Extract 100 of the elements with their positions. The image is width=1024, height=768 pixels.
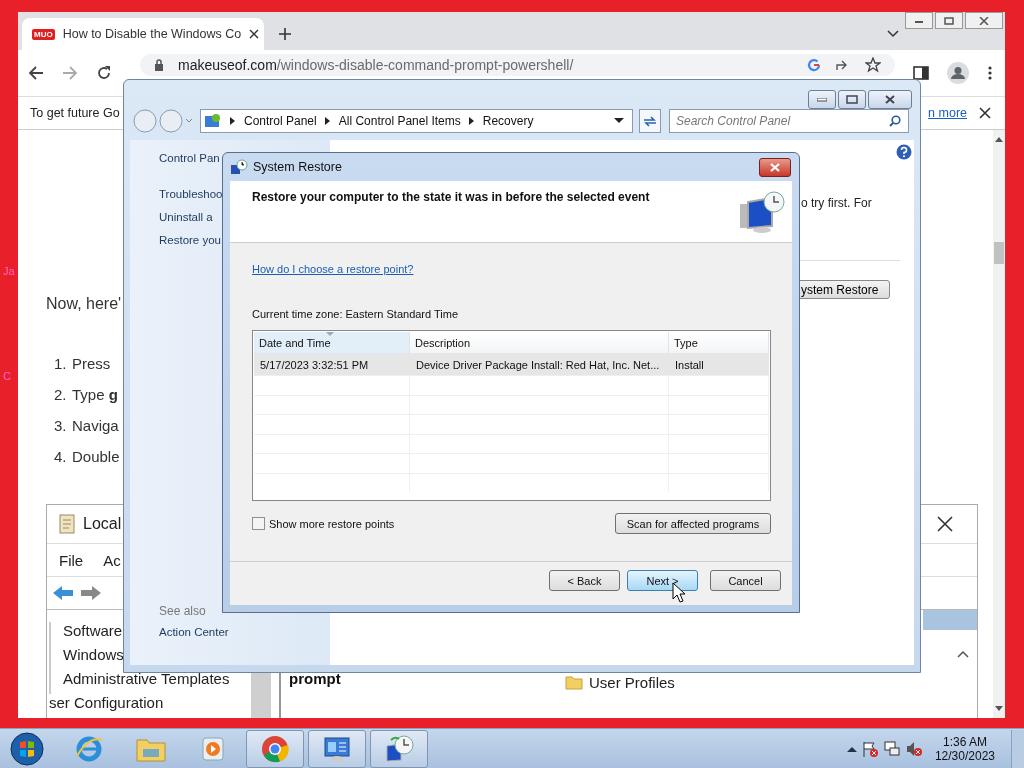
restore-icon bbox=[944, 16, 954, 25]
scroll-down-icon[interactable] bbox=[995, 706, 1003, 712]
infobar-text: To get future Go bbox=[30, 106, 120, 120]
list-number: 3. bbox=[54, 417, 66, 436]
google-icon[interactable] bbox=[807, 58, 821, 72]
close-icon[interactable] bbox=[937, 516, 953, 532]
chrome-taskbar-button[interactable] bbox=[246, 729, 304, 768]
forward-arrow-icon[interactable] bbox=[79, 584, 103, 602]
profile-icon[interactable] bbox=[947, 62, 969, 84]
breadcrumb-item[interactable]: Control Panel bbox=[244, 114, 317, 128]
start-button[interactable] bbox=[10, 731, 44, 766]
refresh-icon bbox=[642, 115, 658, 127]
section-label: See also bbox=[159, 604, 207, 618]
description-text: o try first. For bbox=[801, 196, 872, 210]
column-header[interactable]: Type bbox=[669, 332, 769, 353]
chevron-right-icon[interactable] bbox=[230, 117, 236, 125]
checkbox-label[interactable]: Show more restore points bbox=[269, 517, 395, 530]
maximize-button[interactable] bbox=[935, 12, 963, 29]
breadcrumb-item[interactable]: All Control Panel Items bbox=[338, 114, 461, 128]
close-button[interactable] bbox=[868, 90, 912, 109]
control-taskbar-button[interactable] bbox=[308, 729, 366, 768]
site-favicon: MUO bbox=[32, 28, 55, 40]
chevron-right-icon[interactable] bbox=[468, 117, 475, 125]
learn-more-link[interactable]: n more bbox=[928, 106, 967, 120]
chevron-right-icon[interactable] bbox=[324, 117, 331, 125]
breadcrumb-item[interactable]: Recovery bbox=[482, 114, 534, 128]
help-link[interactable]: How do I choose a restore point? bbox=[252, 263, 414, 275]
step-text: Type g bbox=[72, 386, 118, 405]
address-bar[interactable]: makeuseof.com/windows-disable-command-prompt-powershell/ bbox=[140, 54, 895, 76]
computer-clock-icon bbox=[383, 733, 415, 764]
menu-item[interactable]: File bbox=[59, 551, 84, 569]
chrome-icon bbox=[260, 733, 290, 764]
chevron-up-icon[interactable] bbox=[957, 650, 969, 658]
scan-button[interactable]: Scan for affected programs bbox=[615, 513, 771, 534]
address-bar[interactable]: Control Panel All Control Panel Items Recovery bbox=[200, 109, 633, 133]
table-cell-text: Install bbox=[674, 357, 705, 373]
scroll-up-icon[interactable] bbox=[995, 136, 1003, 142]
clock-time[interactable]: 1:36 AM bbox=[942, 734, 987, 749]
close-icon[interactable] bbox=[249, 29, 260, 39]
new-tab-icon[interactable] bbox=[278, 27, 292, 41]
control-panel-icon bbox=[322, 734, 352, 763]
menu-icon[interactable] bbox=[987, 65, 993, 81]
window-title: Local bbox=[83, 515, 122, 533]
sidebar-icon[interactable] bbox=[913, 65, 929, 81]
back-button[interactable]: < Back bbox=[549, 570, 620, 591]
dropdown-icon[interactable] bbox=[614, 118, 624, 124]
column-header[interactable]: Date and Time bbox=[254, 332, 410, 353]
minimize-button[interactable] bbox=[808, 90, 836, 109]
browser-tab[interactable]: MUO How to Disable the Windows Co bbox=[22, 18, 264, 50]
list-number: 4. bbox=[54, 448, 66, 467]
column-header[interactable]: Description bbox=[410, 332, 669, 353]
network-icon[interactable] bbox=[882, 739, 901, 758]
table-row[interactable]: 5/17/2023 3:32:51 PM Device Driver Package Install: Red Hat, Inc. Net... Install bbox=[254, 354, 769, 375]
timezone-label: Current time zone: Eastern Standard Time bbox=[252, 308, 460, 320]
minimize-button[interactable] bbox=[905, 12, 933, 29]
lock-icon bbox=[154, 59, 164, 71]
flag-warning-icon[interactable] bbox=[860, 739, 879, 758]
scrollbar[interactable] bbox=[993, 130, 1005, 718]
chevron-down-icon[interactable] bbox=[887, 30, 899, 38]
close-icon bbox=[769, 162, 781, 172]
restore-taskbar-button[interactable] bbox=[370, 729, 428, 768]
folder-icon bbox=[565, 675, 583, 690]
table-cell-text: 5/17/2023 3:32:51 PM bbox=[259, 357, 370, 373]
system-restore-icon bbox=[230, 159, 248, 175]
close-icon bbox=[884, 95, 896, 104]
sort-arrow-icon bbox=[326, 332, 334, 336]
computer-clock-icon bbox=[738, 190, 786, 234]
checkbox[interactable] bbox=[252, 517, 265, 530]
menu-item[interactable]: Ac bbox=[103, 551, 121, 569]
desktop-label: Ja bbox=[3, 265, 15, 277]
clock-date[interactable]: 12/30/2023 bbox=[934, 748, 995, 763]
folder-label: User Profiles bbox=[589, 674, 675, 691]
paragraph-text: Now, here' bbox=[46, 295, 123, 313]
step-text: Double bbox=[72, 448, 120, 467]
refresh-button[interactable] bbox=[639, 109, 661, 133]
cancel-button[interactable]: Cancel bbox=[710, 570, 781, 591]
help-icon[interactable] bbox=[896, 144, 912, 160]
scrollbar-thumb[interactable] bbox=[994, 242, 1004, 264]
maximize-button[interactable] bbox=[838, 90, 866, 109]
tray-up-icon[interactable] bbox=[846, 745, 857, 752]
desktop-label: C bbox=[3, 370, 11, 382]
back-icon[interactable] bbox=[28, 65, 44, 81]
list-number: 2. bbox=[54, 386, 66, 405]
star-icon[interactable] bbox=[865, 57, 881, 73]
header-bar bbox=[923, 610, 977, 630]
search-field[interactable]: Search Control Panel bbox=[669, 109, 909, 133]
sidebar-link[interactable]: Action Center bbox=[159, 626, 330, 649]
close-icon[interactable] bbox=[979, 107, 991, 119]
restore-icon bbox=[846, 95, 858, 104]
close-button[interactable] bbox=[759, 157, 791, 177]
list-number: 1. bbox=[54, 355, 66, 374]
tree-item[interactable]: ser Configuration bbox=[49, 694, 164, 718]
reload-icon[interactable] bbox=[96, 65, 112, 81]
media-player-icon bbox=[199, 734, 227, 763]
window-title: System Restore bbox=[253, 160, 342, 174]
back-arrow-icon[interactable] bbox=[51, 584, 75, 602]
step-text: Press bbox=[72, 355, 111, 374]
step-text: Naviga bbox=[72, 417, 119, 436]
close-button[interactable] bbox=[965, 12, 1003, 29]
control-panel-icon bbox=[204, 113, 222, 129]
